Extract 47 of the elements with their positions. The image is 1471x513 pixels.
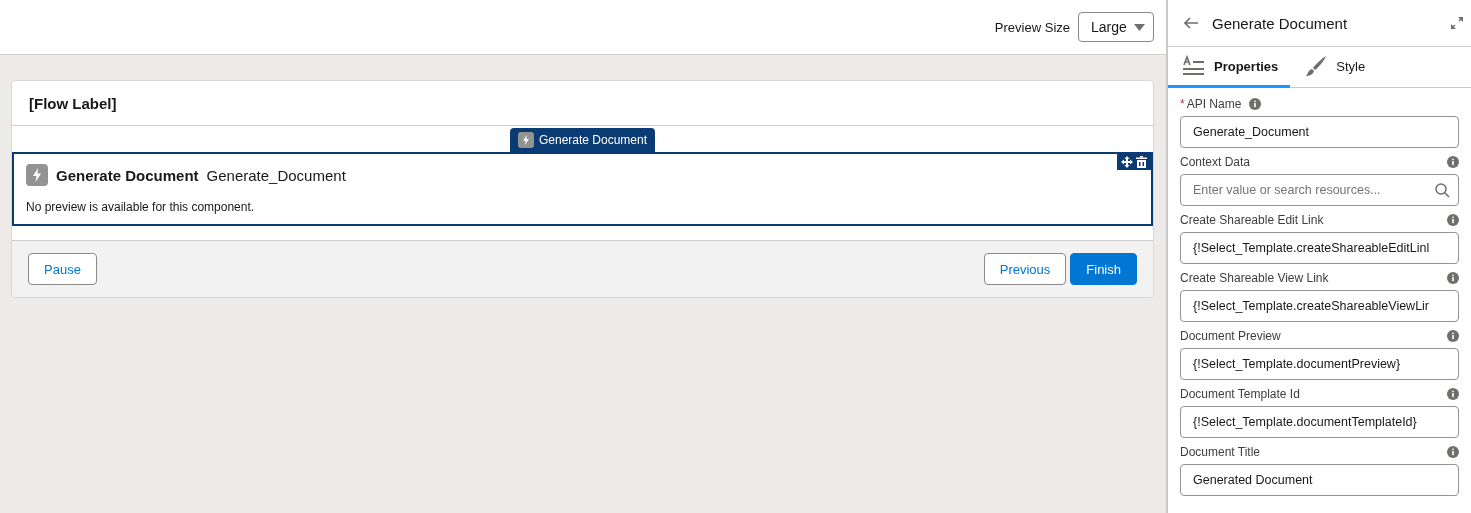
info-icon[interactable] xyxy=(1447,156,1459,168)
primary-button[interactable]: Finish xyxy=(1070,253,1137,285)
field-label: Document Template Id xyxy=(1180,387,1300,401)
info-icon[interactable] xyxy=(1447,388,1459,400)
component-tab-label: Generate Document xyxy=(538,133,648,147)
input-field[interactable]: {!Select_Template.documentTemplateId} xyxy=(1180,406,1459,438)
caret-icon xyxy=(1134,23,1145,31)
info-icon[interactable] xyxy=(1447,214,1459,226)
field-label: Document Preview xyxy=(1180,329,1281,343)
input-field[interactable]: {!Select_Template.documentPreview} xyxy=(1180,348,1459,380)
info-icon[interactable] xyxy=(1447,446,1459,458)
field-label: Document Title xyxy=(1180,445,1261,459)
component-api-name: Generate_Document xyxy=(206,166,346,184)
component-tab[interactable]: Generate Document xyxy=(509,128,656,152)
panel-tab[interactable]: Properties xyxy=(1168,47,1291,88)
panel-title: Generate Document xyxy=(1212,14,1349,32)
component-title: Generate Document xyxy=(56,166,199,184)
field-label: Create Shareable View Link xyxy=(1180,271,1329,285)
lightning-icon xyxy=(517,132,534,148)
search-field[interactable]: Enter value or search resources... xyxy=(1180,174,1459,206)
component-frame[interactable]: Generate Document Generate_Document No preview is available for this component. xyxy=(12,152,1153,226)
input-field[interactable]: {!Select_Template.createShareableEditLinl xyxy=(1180,232,1459,264)
preview-size-select[interactable]: Large xyxy=(1078,12,1154,42)
input-field[interactable]: Generated Document xyxy=(1180,464,1459,496)
info-icon[interactable] xyxy=(1447,330,1459,342)
secondary-button[interactable]: Previous xyxy=(983,253,1067,285)
lightning-icon xyxy=(26,164,48,186)
field-label: API Name xyxy=(1186,97,1242,111)
input-field[interactable]: {!Select_Template.createShareableViewLir xyxy=(1180,290,1459,322)
back-arrow-icon[interactable] xyxy=(1184,17,1198,29)
flow-label: [Flow Label] xyxy=(29,94,117,112)
preview-message: No preview is available for this component. xyxy=(26,200,256,214)
search-icon xyxy=(1435,182,1450,198)
field-label: Context Data xyxy=(1180,155,1251,169)
expand-icon[interactable] xyxy=(1451,17,1463,29)
required-mark: * xyxy=(1180,97,1185,111)
input-field[interactable]: Generate_Document xyxy=(1180,116,1459,148)
field-label: Create Shareable Edit Link xyxy=(1180,213,1324,227)
preview-size-label: Preview Size xyxy=(994,19,1070,35)
text-lines-icon xyxy=(1182,55,1206,77)
delete-icon[interactable] xyxy=(1136,156,1147,168)
secondary-button[interactable]: Pause xyxy=(28,253,97,285)
brush-icon xyxy=(1304,55,1329,77)
panel-tab[interactable]: Style xyxy=(1290,47,1378,88)
info-icon[interactable] xyxy=(1447,272,1459,284)
move-icon[interactable] xyxy=(1121,156,1133,168)
info-icon[interactable] xyxy=(1249,98,1262,110)
